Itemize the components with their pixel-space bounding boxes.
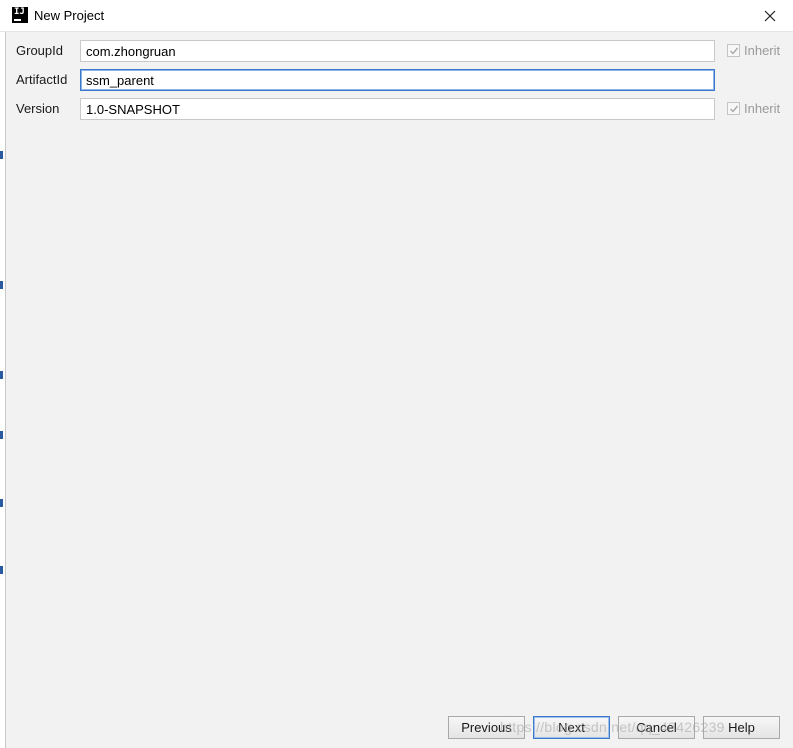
edge-mark — [0, 281, 3, 289]
app-icon-text: IJ — [14, 7, 25, 17]
edge-mark — [0, 151, 3, 159]
edge-mark — [0, 499, 3, 507]
next-button[interactable]: Next — [533, 716, 610, 739]
version-label: Version — [16, 101, 60, 116]
window-title: New Project — [34, 8, 105, 23]
inherit-label: Inherit — [744, 43, 781, 58]
cancel-button[interactable]: Cancel — [618, 716, 695, 739]
inherit-label: Inherit — [744, 101, 781, 116]
checkbox-checked-icon — [727, 44, 740, 57]
background-ide-edge — [0, 31, 6, 748]
title-bar: IJ New Project — [0, 0, 793, 32]
artifact-id-label: ArtifactId — [16, 72, 68, 87]
intellij-icon: IJ — [12, 7, 28, 23]
group-id-inherit-checkbox[interactable]: Inherit — [727, 43, 780, 58]
new-project-dialog: IJ New Project GroupId Inherit ArtifactI… — [0, 0, 793, 748]
group-id-label: GroupId — [16, 43, 63, 58]
close-button[interactable] — [747, 0, 793, 31]
dialog-button-bar: Previous Next Cancel Help — [448, 716, 788, 739]
version-field[interactable] — [80, 98, 715, 120]
checkbox-checked-icon — [727, 102, 740, 115]
edge-mark — [0, 566, 3, 574]
version-inherit-checkbox[interactable]: Inherit — [727, 101, 780, 116]
group-id-field[interactable] — [80, 40, 715, 62]
edge-mark — [0, 431, 3, 439]
help-button[interactable]: Help — [703, 716, 780, 739]
artifact-id-field[interactable] — [80, 69, 715, 91]
close-icon — [764, 10, 776, 21]
edge-mark — [0, 371, 3, 379]
previous-button[interactable]: Previous — [448, 716, 525, 739]
